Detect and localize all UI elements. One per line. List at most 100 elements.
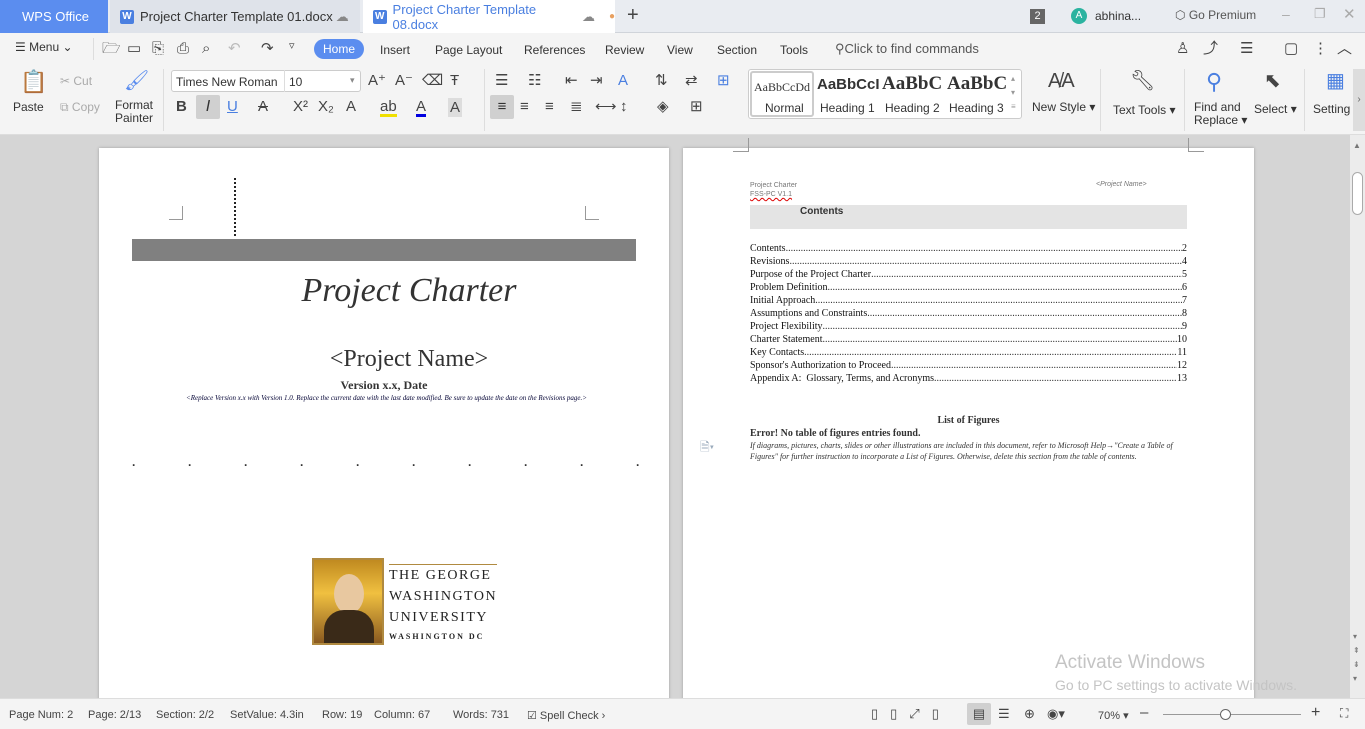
command-search[interactable]: ⚲Click to find commands	[835, 41, 979, 57]
select-button[interactable]: Select ▾	[1254, 102, 1297, 116]
superscript-icon[interactable]: X²	[293, 99, 308, 114]
char-shading-icon[interactable]: A	[448, 98, 463, 117]
table-border-icon[interactable]: ⊞	[717, 73, 730, 88]
tab-tools[interactable]: Tools	[780, 43, 808, 57]
strikethrough-icon[interactable]: A	[258, 99, 268, 114]
toc-entry[interactable]: Purpose of the Project Charter 5	[750, 268, 1187, 281]
tab-review[interactable]: Review	[605, 43, 644, 57]
align-right-icon[interactable]: ≡	[545, 99, 554, 114]
style-scroll-icon[interactable]: ▴ ▾ ≡	[1011, 72, 1016, 114]
page-count[interactable]: Page: 2/13	[88, 709, 141, 721]
text-effect-icon[interactable]: Ŧ	[450, 73, 459, 88]
align-center-icon[interactable]: ≡	[520, 99, 529, 114]
tab-home[interactable]: Home	[314, 39, 364, 59]
fullscreen-icon[interactable]: ⛶	[1340, 706, 1348, 721]
paste-icon[interactable]: 📋	[20, 71, 47, 93]
align-left-icon[interactable]: ≡	[490, 95, 514, 119]
line-spacing-icon[interactable]: ↕	[620, 99, 628, 114]
sort-icon[interactable]: ⇅	[655, 73, 668, 88]
tab-page-layout[interactable]: Page Layout	[435, 43, 502, 57]
minimize-button[interactable]: –	[1282, 6, 1290, 22]
bullets-icon[interactable]: ☰	[495, 73, 508, 88]
ribbon-scroll-right[interactable]: ›	[1353, 69, 1365, 131]
style-heading-3[interactable]: AaBbC Heading 3	[946, 71, 1008, 117]
zoom-slider[interactable]	[1163, 709, 1301, 720]
font-color-icon[interactable]: A	[416, 99, 427, 117]
tab-section[interactable]: Section	[717, 43, 757, 57]
save-icon[interactable]: ▭	[127, 41, 141, 56]
underline-icon[interactable]: U	[227, 99, 238, 114]
tab-references[interactable]: References	[524, 43, 585, 57]
eye-protect-icon[interactable]: ◉▾	[1047, 706, 1065, 722]
text-tools-button[interactable]: Text Tools ▾	[1113, 103, 1176, 117]
shading-icon[interactable]: ◈	[657, 99, 669, 114]
collapse-ribbon-icon[interactable]: ︿	[1337, 41, 1352, 56]
tab-doc-01[interactable]: W Project Charter Template 01.docx ☁	[110, 0, 360, 33]
clear-format-icon[interactable]: ⌫	[422, 73, 443, 88]
numbering-icon[interactable]: ☷	[528, 73, 541, 88]
scroll-up-icon[interactable]: ▲	[1353, 141, 1361, 150]
style-heading-1[interactable]: AaBbCcI Heading 1	[817, 71, 879, 117]
scroll-page-icons[interactable]: ▾ ⇞ ⇟ ▾	[1353, 630, 1360, 686]
tab-insert[interactable]: Insert	[380, 43, 410, 57]
setting-button[interactable]: Setting	[1313, 102, 1350, 116]
italic-icon[interactable]: I	[196, 95, 220, 119]
cut-button[interactable]: ✂ Cut	[60, 74, 92, 88]
page-num[interactable]: Page Num: 2	[9, 709, 73, 721]
restore-button[interactable]: ❐	[1314, 6, 1326, 22]
toc-entry[interactable]: Key Contacts 11	[750, 346, 1187, 359]
print-preview-icon[interactable]: ⌕	[202, 41, 210, 56]
avatar[interactable]: A	[1071, 8, 1087, 24]
page-view-icon[interactable]: ▤	[967, 703, 991, 725]
text-outline-icon[interactable]: A	[346, 99, 356, 114]
view-mode-icons[interactable]: ▯▯⤢▯	[871, 706, 951, 722]
grow-font-icon[interactable]: A⁺	[368, 73, 386, 88]
doc-manage-icon[interactable]: ☰	[1240, 41, 1253, 56]
scrollbar-thumb[interactable]	[1352, 172, 1363, 215]
vertical-scrollbar[interactable]: ▲ ▾ ⇞ ⇟ ▾	[1350, 135, 1365, 698]
new-tab-button[interactable]: +	[627, 4, 639, 27]
print-icon[interactable]: ⎙	[177, 41, 189, 56]
decrease-indent-icon[interactable]: ⇤	[565, 73, 578, 88]
paste-button[interactable]: Paste	[13, 100, 44, 114]
toc-entry[interactable]: Assumptions and Constraints 8	[750, 307, 1187, 320]
justify-icon[interactable]: ≣	[570, 99, 583, 114]
subscript-icon[interactable]: X₂	[318, 99, 334, 114]
share-icon[interactable]: ⤴	[1203, 41, 1218, 56]
distribute-icon[interactable]: ⟷	[595, 99, 617, 114]
toc-entry[interactable]: Revisions 4	[750, 255, 1187, 268]
toc-entry[interactable]: Charter Statement 10	[750, 333, 1187, 346]
shrink-font-icon[interactable]: A⁻	[395, 73, 413, 88]
font-name-select[interactable]: Times New Roman	[176, 75, 281, 89]
paragraph-marker-icon[interactable]: 🗎▾	[700, 438, 714, 459]
toc-entry[interactable]: Problem Definition 6	[750, 281, 1187, 294]
style-heading-2[interactable]: AaBbC Heading 2	[881, 71, 945, 117]
find-replace-button[interactable]: Find and Replace ▾	[1194, 101, 1247, 127]
spell-check-button[interactable]: ☑ Spell Check ›	[527, 709, 605, 722]
comment-icon[interactable]: ▢	[1284, 41, 1298, 56]
toc-entry[interactable]: Sponsor's Authorization to Proceed 12	[750, 359, 1187, 372]
redo-icon[interactable]: ↷	[261, 41, 274, 56]
customize-icon[interactable]: ▿	[289, 41, 295, 52]
highlight-icon[interactable]: ab	[380, 99, 397, 117]
increase-indent-icon[interactable]: ⇥	[590, 73, 603, 88]
zoom-out-button[interactable]: –	[1140, 704, 1148, 721]
user-name[interactable]: abhina...	[1095, 9, 1141, 23]
tab-wps-office[interactable]: WPS Office	[0, 0, 108, 33]
char-spacing-icon[interactable]: A	[618, 73, 628, 88]
format-painter-button[interactable]: Format Painter	[115, 99, 153, 125]
outline-view-icon[interactable]: ☰	[998, 706, 1010, 722]
font-size-select[interactable]: 10	[289, 75, 302, 89]
export-pdf-icon[interactable]: ⎘	[152, 41, 164, 56]
tab-doc-08[interactable]: W Project Charter Template 08.docx ☁ ●	[363, 0, 615, 33]
style-normal[interactable]: AaBbCcDd Normal	[750, 71, 814, 117]
main-menu-button[interactable]: ☰ Menu ⌄	[15, 40, 73, 54]
toc-entry[interactable]: Appendix A: Glossary, Terms, and Acronym…	[750, 372, 1187, 385]
window-count-badge[interactable]: 2	[1030, 9, 1045, 24]
word-count[interactable]: Words: 731	[453, 709, 509, 721]
copy-button[interactable]: ⧉ Copy	[60, 100, 100, 115]
toc-entry[interactable]: Contents 2	[750, 242, 1187, 255]
close-button[interactable]: ✕	[1343, 5, 1356, 23]
borders-icon[interactable]: ⊞	[690, 99, 703, 114]
web-view-icon[interactable]: ⊕	[1024, 706, 1035, 722]
